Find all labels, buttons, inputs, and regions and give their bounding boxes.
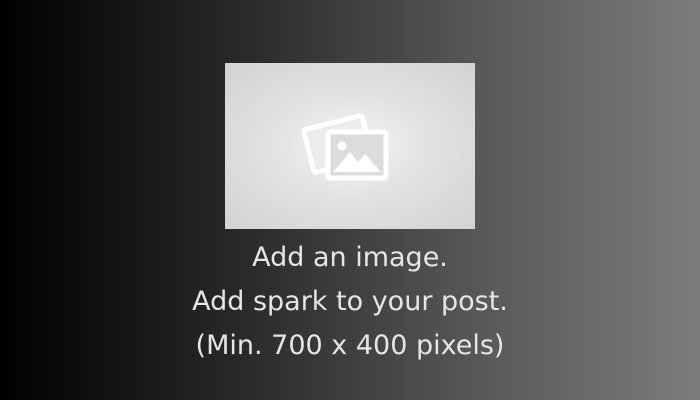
upload-instructions: Add an image. Add spark to your post. (M… [0,236,700,368]
image-upload-area: Add an image. Add spark to your post. (M… [0,0,700,400]
instruction-line-1: Add an image. [252,242,448,273]
add-image-placeholder[interactable] [225,63,475,229]
instruction-line-2: Add spark to your post. [192,286,508,317]
image-icon [301,113,389,181]
instruction-line-3: (Min. 700 x 400 pixels) [195,330,505,361]
